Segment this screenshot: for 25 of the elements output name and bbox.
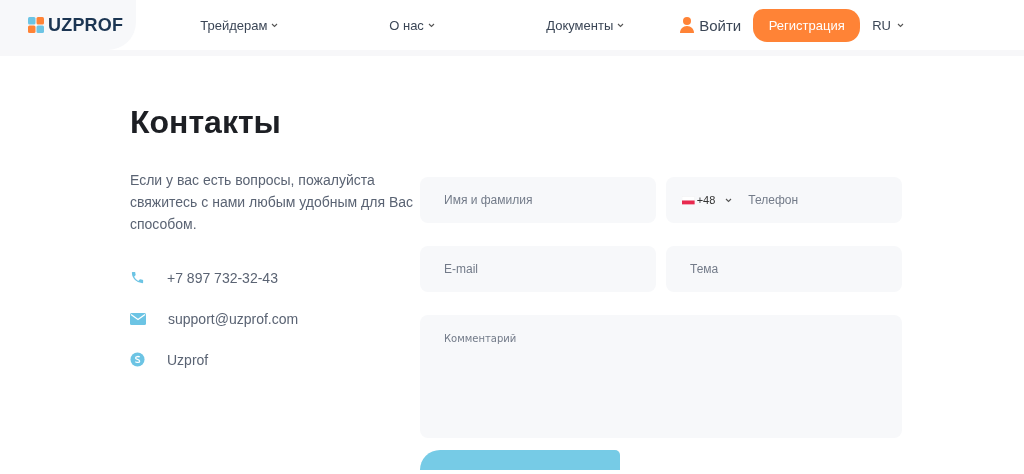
submit-button[interactable] xyxy=(420,450,620,470)
chevron-down-icon xyxy=(725,197,733,203)
nav-link[interactable]: Документы xyxy=(546,17,681,33)
intro-text: Если у вас есть вопросы, пожалуйста свяжитесь с нами любым удобным для Вас способом. xyxy=(130,171,415,234)
user-icon xyxy=(680,17,695,33)
language-selector[interactable]: RU xyxy=(872,17,904,33)
nav-link[interactable]: Трейдерам xyxy=(200,17,390,33)
skype-text: Uzprof xyxy=(167,351,209,368)
phone-icon xyxy=(130,270,145,285)
page-title: Контакты xyxy=(130,104,282,141)
logo-icon xyxy=(28,17,44,33)
flag-icon xyxy=(682,194,695,206)
comment-field[interactable]: Комментарий xyxy=(420,315,902,438)
phone-field[interactable]: +48 Телефон xyxy=(666,177,902,223)
phone-text: +7 897 732-32-43 xyxy=(167,269,278,286)
envelope-icon xyxy=(130,312,146,325)
input-field[interactable]: E-mail xyxy=(420,246,656,292)
email-text: support@uzprof.com xyxy=(168,310,299,327)
login-link[interactable]: Войти xyxy=(680,16,742,34)
phone-input[interactable]: Телефон xyxy=(746,192,902,208)
nav-link[interactable]: О нас xyxy=(389,17,547,33)
input-field[interactable]: Тема xyxy=(666,246,902,292)
country-code[interactable]: +48 xyxy=(696,194,716,206)
skype-icon xyxy=(130,352,145,367)
input-field[interactable]: Имя и фамилия xyxy=(420,177,656,223)
